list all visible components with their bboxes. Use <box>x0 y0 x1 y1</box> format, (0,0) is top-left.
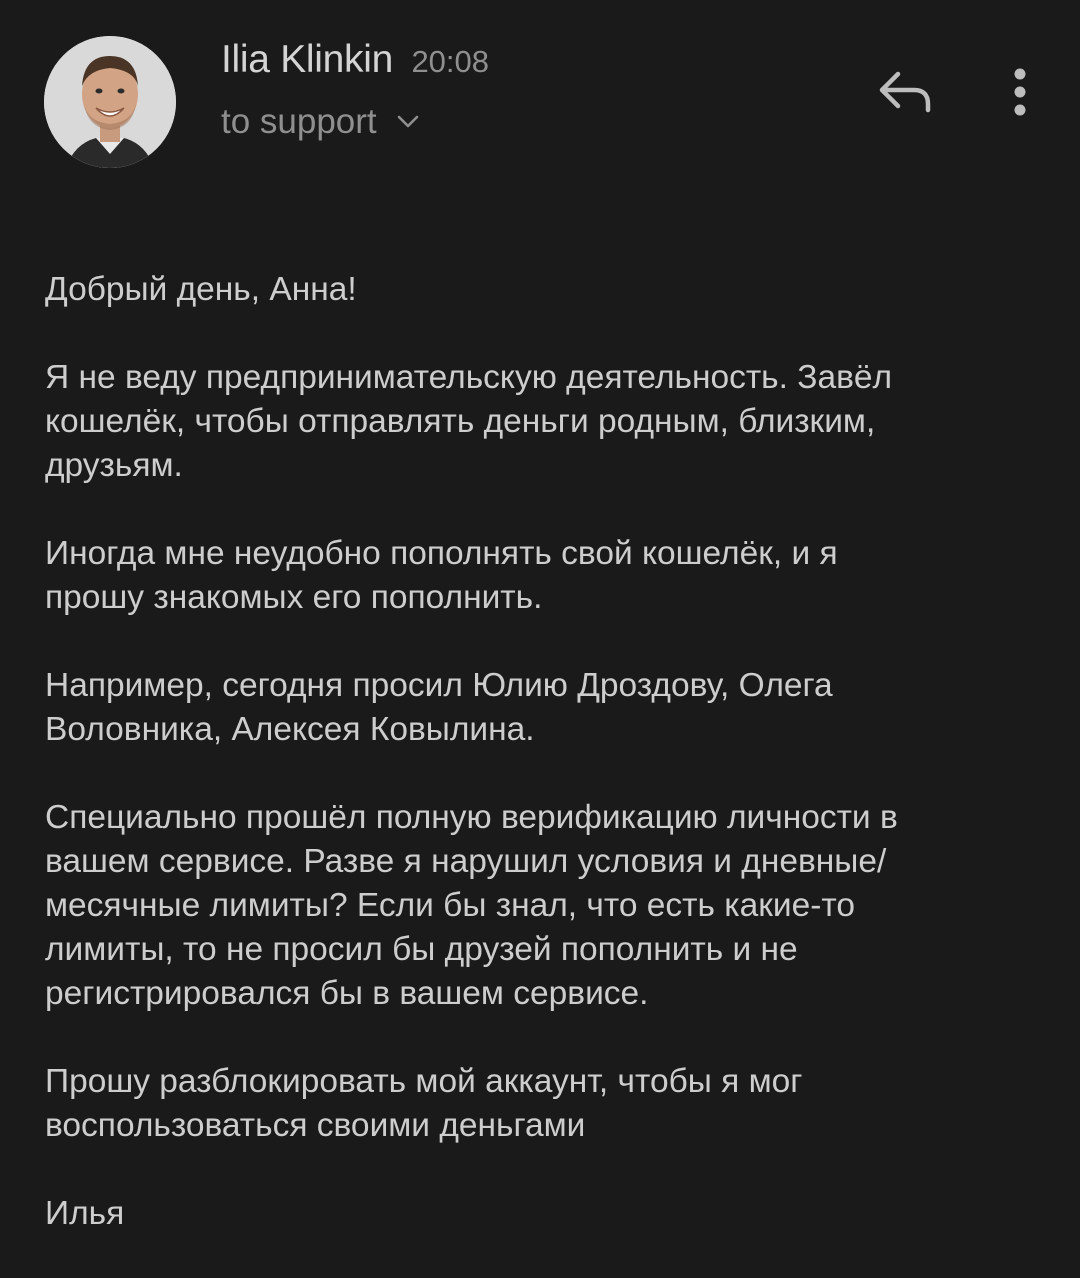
message-time: 20:08 <box>411 44 490 79</box>
body-line: регистрировался бы в вашем сервисе. <box>45 975 649 1012</box>
reply-button[interactable] <box>872 66 936 122</box>
body-line: воспользоваться своими деньгами <box>45 1107 586 1144</box>
more-options-button[interactable] <box>1000 62 1040 122</box>
body-line: лимиты, то не просил бы друзей пополнить… <box>45 931 798 968</box>
paragraph-4: Специально прошёл полную верификацию лич… <box>45 796 1045 1016</box>
body-line: друзьям. <box>45 447 183 484</box>
body-line: Например, сегодня просил Юлию Дроздову, … <box>45 667 833 704</box>
recipient-label: to support <box>221 102 377 141</box>
paragraph-2: Иногда мне неудобно пополнять свой кошел… <box>45 532 1045 620</box>
paragraph-1: Я не веду предпринимательскую деятельнос… <box>45 356 1045 488</box>
paragraph-5: Прошу разблокировать мой аккаунт, чтобы … <box>45 1060 1045 1148</box>
avatar-photo-icon <box>44 36 176 168</box>
signature: Илья <box>45 1195 125 1232</box>
reply-icon <box>879 71 931 113</box>
body-line: Воловника, Алексея Ковылина. <box>45 711 535 748</box>
body-line: месячные лимиты? Если бы знал, что есть … <box>45 887 856 924</box>
body-line: прошу знакомых его пополнить. <box>45 579 543 616</box>
paragraph-3: Например, сегодня просил Юлию Дроздову, … <box>45 664 1045 752</box>
sender-avatar[interactable] <box>44 36 176 168</box>
recipient-details-toggle[interactable]: to support <box>221 102 419 142</box>
greeting-paragraph: Добрый день, Анна! <box>45 268 1045 312</box>
body-line: Специально прошёл полную верификацию лич… <box>45 799 898 836</box>
body-line: Я не веду предпринимательскую деятельнос… <box>45 359 893 396</box>
message-body: Добрый день, Анна! Я не веду предпринима… <box>45 268 1045 1236</box>
body-line: Добрый день, Анна! <box>45 271 357 308</box>
body-line: Прошу разблокировать мой аккаунт, чтобы … <box>45 1063 803 1100</box>
body-line: вашем сервисе. Разве я нарушил условия и… <box>45 843 887 880</box>
sender-line: Ilia Klinkin 20:08 <box>221 38 489 82</box>
chevron-down-icon[interactable] <box>397 115 419 134</box>
more-vert-icon <box>1014 68 1026 116</box>
body-line: Иногда мне неудобно пополнять свой кошел… <box>45 535 838 572</box>
sender-name[interactable]: Ilia Klinkin <box>221 38 393 81</box>
body-line: кошелёк, чтобы отправлять деньги родным,… <box>45 403 876 440</box>
signature-paragraph: Илья <box>45 1192 1045 1236</box>
message-header: Ilia Klinkin 20:08 to support <box>0 0 1080 200</box>
